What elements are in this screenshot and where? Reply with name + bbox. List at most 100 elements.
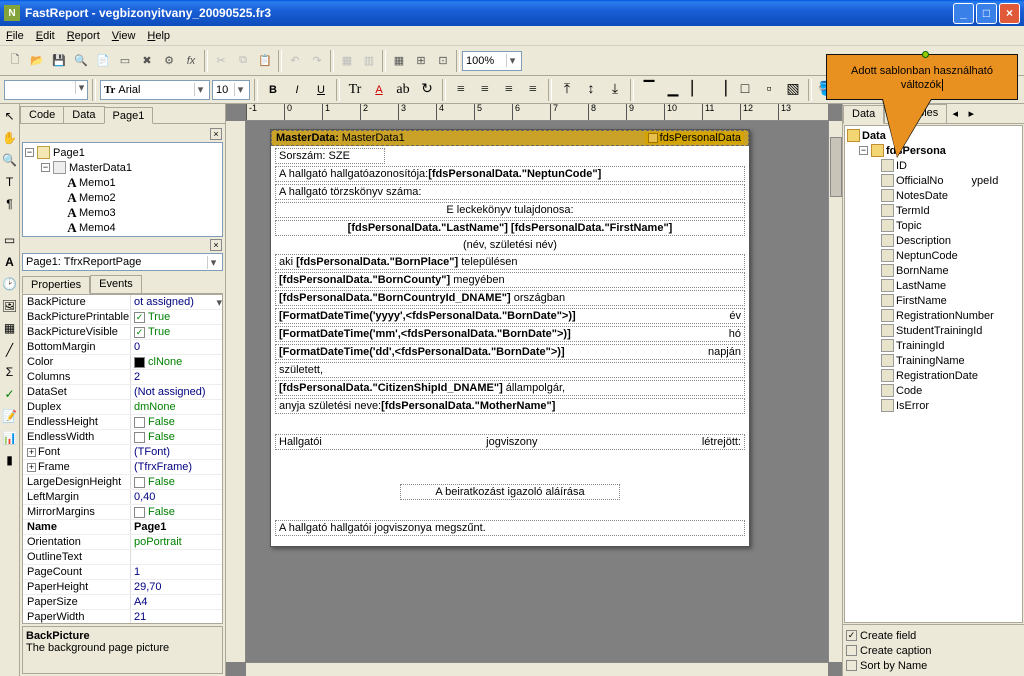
memo-lecke[interactable]: E leckekönyv tulajdonosa: <box>275 202 745 218</box>
masterdata-band-header[interactable]: MasterData: MasterData1 fdsPersonalData <box>271 130 749 146</box>
tab-right-data[interactable]: Data <box>843 105 884 124</box>
memo-borncountry[interactable]: [fdsPersonalData."BornCountryId_DNAME"] … <box>275 290 745 306</box>
menu-file[interactable]: File <box>6 30 24 42</box>
line-tool-icon[interactable]: ╱ <box>2 342 18 358</box>
memo-bornmonth[interactable]: [FormatDateTime('mm',<fdsPersonalData."B… <box>275 326 745 342</box>
preview-icon[interactable]: 🔍 <box>70 50 92 72</box>
close-button[interactable]: × <box>999 3 1020 24</box>
field-termid[interactable]: TermId <box>847 203 1020 218</box>
new-dialog-icon[interactable]: ▭ <box>114 50 136 72</box>
sum-tool-icon[interactable]: Σ <box>2 364 18 380</box>
valign-bottom-icon[interactable]: ⤓ <box>604 79 626 101</box>
field-iserror[interactable]: IsError <box>847 398 1020 413</box>
rich-tool-icon[interactable]: 📝 <box>2 408 18 424</box>
picture-tool-icon[interactable]: 🖼 <box>2 298 18 314</box>
save-icon[interactable]: 💾 <box>48 50 70 72</box>
frame-all-icon[interactable]: □ <box>734 79 756 101</box>
panel-close-icon-2[interactable]: × <box>210 239 222 251</box>
align-center-icon[interactable]: ≡ <box>474 79 496 101</box>
frame-bottom-icon[interactable]: ▁ <box>662 79 684 101</box>
style-combo[interactable]: ▾ <box>4 80 88 100</box>
tab-code[interactable]: Code <box>20 106 64 123</box>
hand-tool-icon[interactable]: ✋ <box>2 130 18 146</box>
memo-bornplace[interactable]: aki [fdsPersonalData."BornPlace"] telepü… <box>275 254 745 270</box>
font-size-combo[interactable]: 10▾ <box>212 80 250 100</box>
band-dataset-link[interactable]: fdsPersonalData <box>645 132 744 144</box>
minimize-button[interactable]: _ <box>953 3 974 24</box>
field-id[interactable]: ID <box>847 158 1020 173</box>
memo-bornyear[interactable]: [FormatDateTime('yyyy',<fdsPersonalData.… <box>275 308 745 324</box>
frame-right-icon[interactable]: ▕ <box>710 79 732 101</box>
memo-end[interactable]: A hallgató hallgatói jogviszonya megszűn… <box>275 520 745 536</box>
chart-tool-icon[interactable]: 📊 <box>2 430 18 446</box>
align-grid-icon[interactable]: ⊞ <box>410 50 432 72</box>
memo-borncounty[interactable]: [fdsPersonalData."BornCounty"] megyében <box>275 272 745 288</box>
bold-button[interactable]: B <box>262 79 284 101</box>
memo-mother[interactable]: anyja születési neve:[fdsPersonalData."M… <box>275 398 745 414</box>
data-tree[interactable]: Data −fdsPersona IDOfficialNoypeIdNotesD… <box>844 125 1023 623</box>
subreport-tool-icon[interactable]: ▦ <box>2 320 18 336</box>
valign-top-icon[interactable]: ⤒ <box>556 79 578 101</box>
field-neptuncode[interactable]: NeptunCode <box>847 248 1020 263</box>
tab-events[interactable]: Events <box>90 275 142 293</box>
ungroup-icon[interactable]: ▥ <box>358 50 380 72</box>
canvas[interactable]: MasterData: MasterData1 fdsPersonalData … <box>246 121 828 662</box>
memo-bornday[interactable]: [FormatDateTime('dd',<fdsPersonalData."B… <box>275 344 745 360</box>
object-selector[interactable]: Page1: TfrxReportPage▾ <box>22 253 223 271</box>
memo-torzs[interactable]: A hallgató törzskönyv száma: <box>275 184 745 200</box>
tab-scroll-left-icon[interactable]: ◂ <box>947 104 963 123</box>
memo-citizen[interactable]: [fdsPersonalData."CitizenShipId_DNAME"] … <box>275 380 745 396</box>
font-name-combo[interactable]: TrArial▾ <box>100 80 210 100</box>
tab-data[interactable]: Data <box>63 106 104 123</box>
fit-icon[interactable]: ⊡ <box>432 50 454 72</box>
field-topic[interactable]: Topic <box>847 218 1020 233</box>
field-trainingid[interactable]: TrainingId <box>847 338 1020 353</box>
select-tool-icon[interactable]: ↖ <box>2 108 18 124</box>
align-right-icon[interactable]: ≡ <box>498 79 520 101</box>
memo-born[interactable]: született, <box>275 362 745 378</box>
field-bornname[interactable]: BornName <box>847 263 1020 278</box>
menu-edit[interactable]: Edit <box>36 30 55 42</box>
field-description[interactable]: Description <box>847 233 1020 248</box>
frame-none-icon[interactable]: ▫ <box>758 79 780 101</box>
menu-report[interactable]: Report <box>67 30 100 42</box>
field-lastname[interactable]: LastName <box>847 278 1020 293</box>
frame-left-icon[interactable]: ▏ <box>686 79 708 101</box>
field-registrationdate[interactable]: RegistrationDate <box>847 368 1020 383</box>
align-left-icon[interactable]: ≡ <box>450 79 472 101</box>
check-tool-icon[interactable]: ✓ <box>2 386 18 402</box>
page-settings-icon[interactable]: ⚙ <box>158 50 180 72</box>
variables-icon[interactable]: fx <box>180 50 202 72</box>
font-color-icon[interactable]: A <box>368 79 390 101</box>
maximize-button[interactable]: □ <box>976 3 997 24</box>
field-notesdate[interactable]: NotesDate <box>847 188 1020 203</box>
frame-shadow-icon[interactable]: ▧ <box>782 79 804 101</box>
tab-properties[interactable]: Properties <box>22 276 90 294</box>
cut-icon[interactable]: ✂ <box>210 50 232 72</box>
tab-page1[interactable]: Page1 <box>104 107 154 124</box>
underline-button[interactable]: U <box>310 79 332 101</box>
vertical-scrollbar[interactable] <box>828 121 842 662</box>
field-studenttrainingid[interactable]: StudentTrainingId <box>847 323 1020 338</box>
report-page[interactable]: MasterData: MasterData1 fdsPersonalData … <box>270 129 750 547</box>
zoom-tool-icon[interactable]: 🔍 <box>2 152 18 168</box>
frame-top-icon[interactable]: ▔ <box>638 79 660 101</box>
zoom-combo[interactable]: 100%▾ <box>462 51 522 71</box>
text-tool-icon[interactable]: T <box>2 174 18 190</box>
undo-icon[interactable]: ↶ <box>284 50 306 72</box>
new-page-icon[interactable]: 📄 <box>92 50 114 72</box>
italic-button[interactable]: I <box>286 79 308 101</box>
redo-icon[interactable]: ↷ <box>306 50 328 72</box>
grid-icon[interactable]: ▦ <box>388 50 410 72</box>
report-tree[interactable]: −Page1 −MasterData1 AMemo1 AMemo2 AMemo3… <box>22 142 223 237</box>
memo-sorszam[interactable]: Sorszám: SZE <box>275 148 385 164</box>
tab-scroll-right-icon[interactable]: ▸ <box>963 104 979 123</box>
memo-tool-icon[interactable]: A <box>2 254 18 270</box>
memo-neptun[interactable]: A hallgató hallgatóazonosítója:[fdsPerso… <box>275 166 745 182</box>
font-settings-icon[interactable]: Tr <box>344 79 366 101</box>
group-icon[interactable]: ▦ <box>336 50 358 72</box>
field-registrationnumber[interactable]: RegistrationNumber <box>847 308 1020 323</box>
field-code[interactable]: Code <box>847 383 1020 398</box>
format-tool-icon[interactable]: ¶ <box>2 196 18 212</box>
open-icon[interactable]: 📂 <box>26 50 48 72</box>
